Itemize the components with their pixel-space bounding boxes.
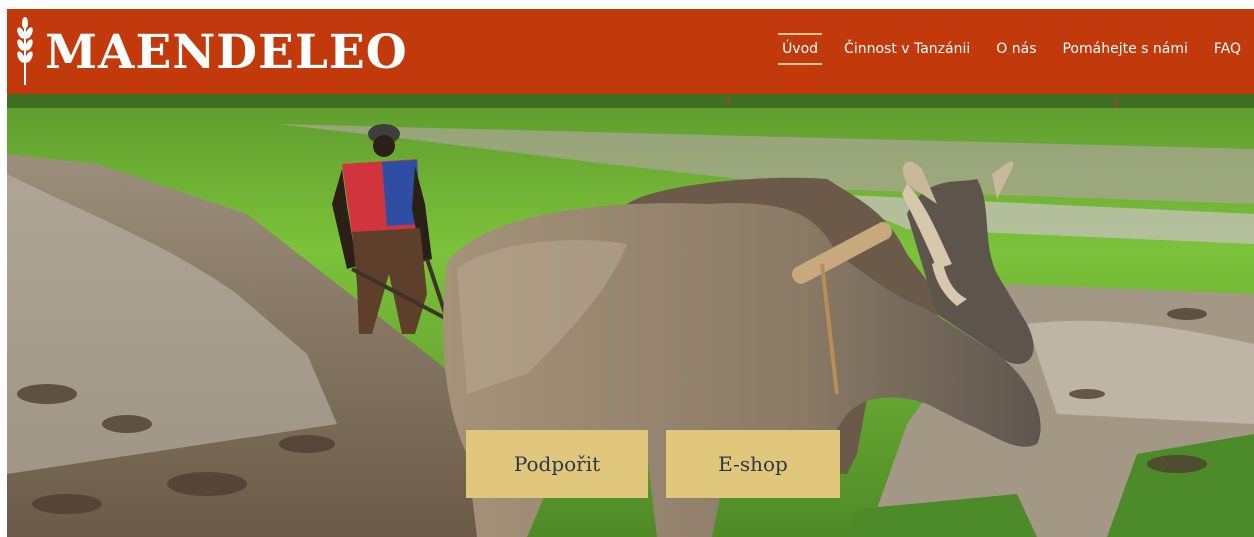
page-frame: MAENDELEO Úvod Činnost v Tanzánii O nás … [7,9,1254,537]
nav-item-pomahejte[interactable]: Pomáhejte s námi [1062,33,1187,65]
site-logo[interactable]: MAENDELEO [15,14,408,86]
nav-item-uvod[interactable]: Úvod [778,33,823,65]
site-header: MAENDELEO Úvod Činnost v Tanzánii O nás … [7,9,1254,94]
brand-name: MAENDELEO [45,24,408,80]
support-button[interactable]: Podpořit [466,430,648,498]
eshop-button[interactable]: E-shop [666,430,840,498]
nav-item-o-nas[interactable]: O nás [996,33,1036,65]
wheat-icon [17,17,33,85]
hero-banner: Podpořit E-shop [7,94,1254,537]
nav-item-cinnost[interactable]: Činnost v Tanzánii [844,33,970,65]
nav-item-faq[interactable]: FAQ [1214,33,1241,65]
main-nav: Úvod Činnost v Tanzánii O nás Pomáhejte … [769,29,1254,69]
